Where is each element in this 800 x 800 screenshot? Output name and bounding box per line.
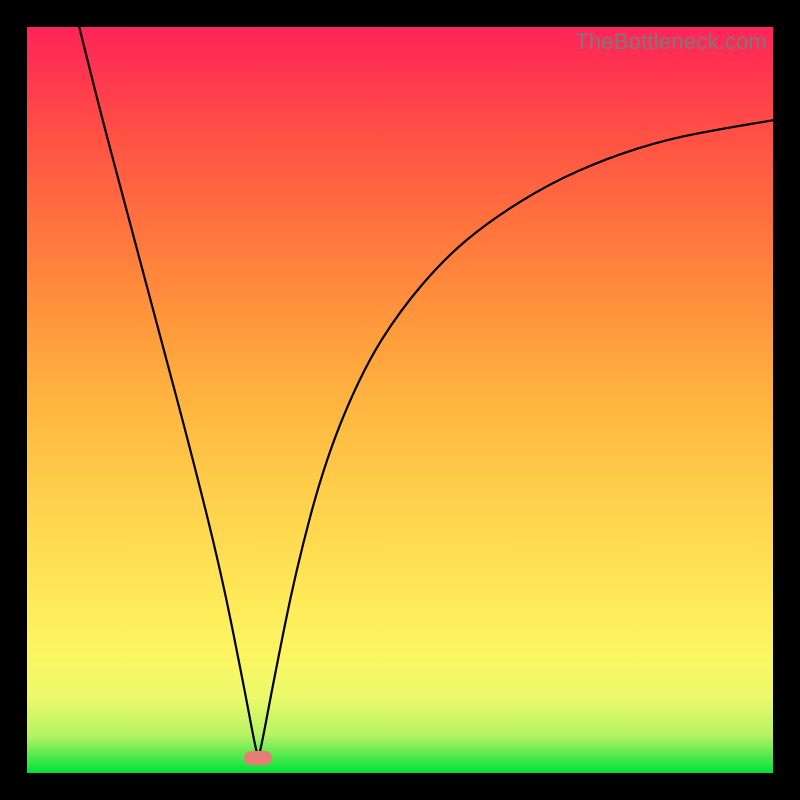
bottleneck-curve [79,27,773,754]
watermark-text: TheBottleneck.com [575,29,767,55]
curve-layer [27,27,773,773]
chart-frame: TheBottleneck.com [0,0,800,800]
plot-area: TheBottleneck.com [27,27,773,773]
optimum-marker [244,751,272,765]
